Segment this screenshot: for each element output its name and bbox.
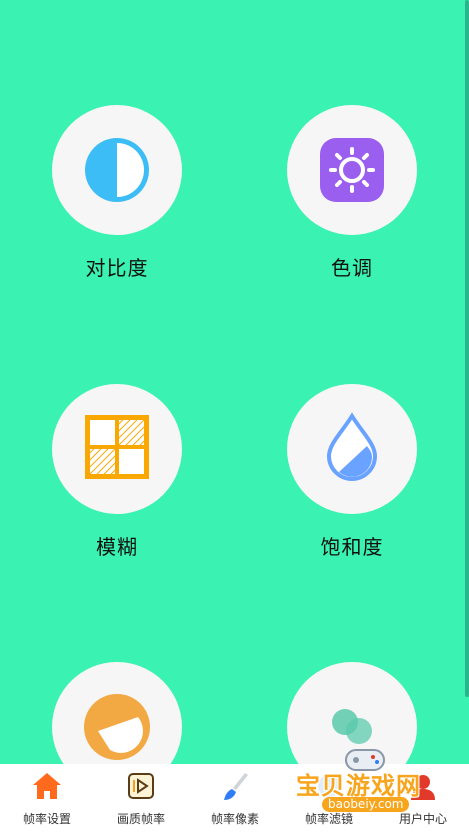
home-icon xyxy=(33,773,61,799)
sun-icon xyxy=(320,138,384,202)
tile-label: 模糊 xyxy=(96,535,138,559)
tab-label: 用户中心 xyxy=(398,812,447,826)
contrast-icon xyxy=(85,138,149,202)
brush-icon xyxy=(224,773,248,800)
tab-framerate-pixel[interactable]: 帧率像素 xyxy=(188,764,282,834)
tile-label: 饱和度 xyxy=(320,535,384,559)
tab-frame-settings[interactable]: 帧率设置 xyxy=(0,764,94,834)
video-icon xyxy=(128,773,154,799)
tab-quality-framerate[interactable]: 画质帧率 xyxy=(94,764,188,834)
tile-label: 对比度 xyxy=(85,256,149,280)
grid-blur-icon xyxy=(85,415,149,479)
tile-circle xyxy=(52,105,182,235)
tile-saturation[interactable]: 饱和度 xyxy=(287,384,417,560)
watermark-title: 宝贝游戏网 xyxy=(296,772,421,800)
watermark: 宝贝游戏网 baobeiy.com xyxy=(292,742,442,812)
scrollbar[interactable] xyxy=(465,0,469,697)
tile-blur[interactable]: 模糊 xyxy=(52,384,182,560)
tab-label: 帧率设置 xyxy=(22,812,71,826)
tab-label: 画质帧率 xyxy=(116,812,165,826)
tile-hue[interactable]: 色调 xyxy=(287,105,417,281)
watermark-url: baobeiy.com xyxy=(322,797,410,812)
tile-circle xyxy=(52,384,182,514)
tile-circle xyxy=(287,105,417,235)
tile-label: 色调 xyxy=(331,256,373,280)
tile-contrast[interactable]: 对比度 xyxy=(52,105,182,281)
water-drop-icon xyxy=(326,412,378,481)
tile-circle xyxy=(287,384,417,514)
tab-label: 帧率滤镜 xyxy=(304,812,353,826)
tab-label: 帧率像素 xyxy=(210,812,259,826)
